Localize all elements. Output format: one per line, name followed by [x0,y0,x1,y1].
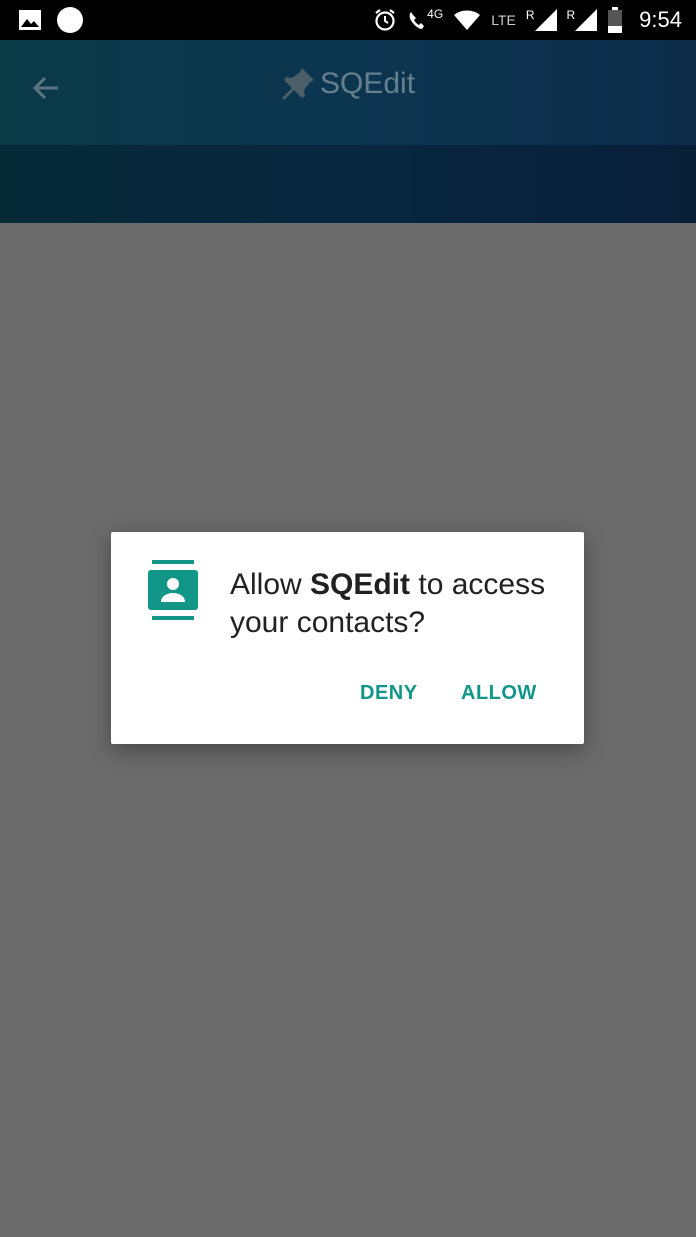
battery-icon [608,7,623,33]
wifi-calling-icon [409,12,425,29]
app-title: SQEdit [320,67,416,100]
signal-icon-2 [575,9,598,31]
permission-dialog: Allow SQEdit to access your contacts? DE… [111,532,584,744]
image-notification-icon [19,10,41,30]
deny-button[interactable]: DENY [360,682,418,705]
network-4g-label: 4G [427,7,444,21]
clock: 9:54 [639,7,682,32]
app-name: SQEdit [310,568,411,601]
app-bar-extension [0,145,696,223]
app-title-group: SQEdit [278,64,415,104]
dialog-message: Allow SQEdit to access your contacts? [230,566,570,642]
roaming-indicator-2: R [566,8,576,22]
back-arrow-icon[interactable] [28,70,64,106]
app-bar: SQEdit [0,40,696,145]
signal-icon-1 [534,9,557,31]
contacts-icon [148,560,198,620]
roaming-indicator-1: R [525,8,535,22]
alarm-icon [375,9,395,31]
message-prefix: Allow [230,568,311,601]
status-bar: 4G LTE R R 9:54 [0,0,696,40]
network-lte-label: LTE [491,12,516,28]
allow-button[interactable]: ALLOW [461,682,537,705]
wifi-icon [454,10,481,30]
circle-notification-icon [57,7,83,33]
pin-icon [282,68,314,100]
